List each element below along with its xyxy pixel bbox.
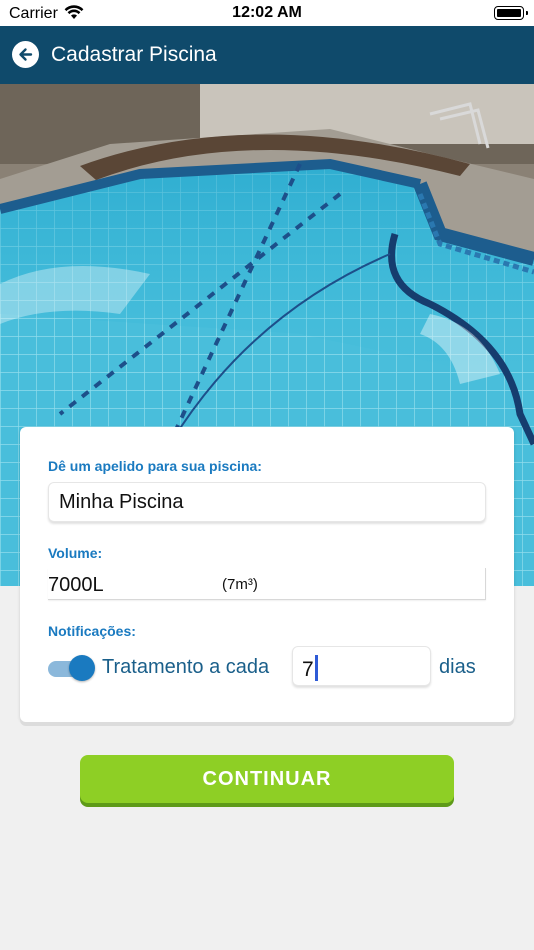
back-button[interactable] xyxy=(12,41,39,68)
volume-label: Volume: xyxy=(48,545,103,561)
days-label: dias xyxy=(439,656,476,678)
volume-m3-text: (7m³) xyxy=(222,576,258,593)
text-caret xyxy=(314,655,318,681)
notifications-label: Notificações: xyxy=(48,623,136,639)
status-bar: Carrier 12:02 AM xyxy=(0,0,534,26)
continue-button[interactable]: CONTINUAR xyxy=(80,755,454,803)
toggle-knob xyxy=(69,655,95,681)
nav-bar: Cadastrar Piscina xyxy=(0,26,534,84)
pool-form-card: Dê um apelido para sua piscina: Minha Pi… xyxy=(20,427,514,722)
treatment-days-value: 7 xyxy=(302,658,314,681)
arrow-left-icon xyxy=(19,48,33,61)
page-title: Cadastrar Piscina xyxy=(51,43,217,66)
volume-input[interactable]: 7000L (7m³) xyxy=(48,568,486,600)
treatment-label: Tratamento a cada xyxy=(102,656,270,678)
treatment-days-input[interactable]: 7 xyxy=(292,646,431,686)
status-time: 12:02 AM xyxy=(232,4,302,21)
battery-icon xyxy=(494,6,528,20)
volume-value: 7000L xyxy=(48,574,104,596)
nickname-label: Dê um apelido para sua piscina: xyxy=(48,458,262,474)
nickname-input[interactable]: Minha Piscina xyxy=(48,482,486,522)
notifications-toggle[interactable] xyxy=(48,654,95,682)
